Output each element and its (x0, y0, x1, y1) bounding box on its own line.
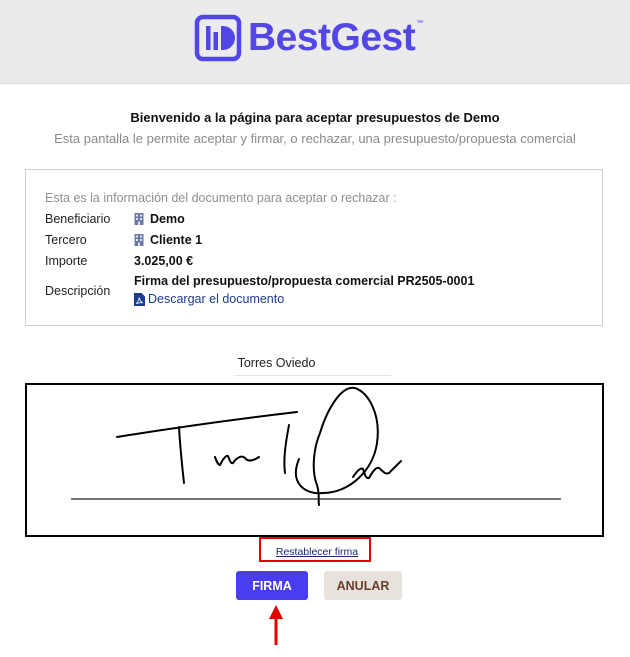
logo-trademark: ™ (416, 20, 424, 27)
descripcion-value: Firma del presupuesto/propuesta comercia… (134, 274, 475, 288)
signature-drawing (71, 386, 561, 506)
beneficiario-value: Demo (134, 212, 185, 226)
importe-label: Importe (45, 254, 88, 268)
welcome-heading: Bienvenido a la página para aceptar pres… (130, 110, 500, 125)
sign-button[interactable]: FIRMA (236, 571, 308, 600)
header-bar: BestGest ™ (0, 0, 630, 84)
document-info-panel: Esta es la información del documento par… (25, 169, 603, 326)
tercero-name: Cliente 1 (150, 233, 203, 247)
signature-pad[interactable] (25, 383, 604, 537)
signer-name: Torres Oviedo (237, 356, 316, 370)
welcome-subtitle: Esta pantalla le permite aceptar y firma… (54, 131, 576, 146)
tercero-label: Tercero (45, 233, 87, 247)
building-icon (134, 234, 144, 246)
document-info-intro: Esta es la información del documento par… (45, 191, 397, 205)
download-document-label: Descargar el documento (148, 292, 285, 306)
descripcion-label: Descripción (45, 284, 111, 298)
brand-logo: BestGest ™ (194, 13, 423, 63)
building-icon (134, 213, 144, 225)
arrow-up-icon (269, 605, 283, 645)
tercero-value: Cliente 1 (134, 233, 202, 247)
pdf-icon (134, 292, 145, 306)
reset-signature-link[interactable]: Restablecer firma (261, 546, 373, 558)
cancel-button[interactable]: ANULAR (324, 571, 402, 600)
beneficiario-label: Beneficiario (45, 212, 111, 226)
logo-text: BestGest (248, 16, 416, 59)
reset-signature-highlight: Restablecer firma (259, 537, 371, 562)
download-document-link[interactable]: Descargar el documento (134, 292, 284, 306)
signer-name-underline (235, 375, 391, 376)
logo-icon (194, 14, 242, 62)
importe-value: 3.025,00 € (134, 254, 194, 268)
beneficiario-name: Demo (150, 212, 185, 226)
